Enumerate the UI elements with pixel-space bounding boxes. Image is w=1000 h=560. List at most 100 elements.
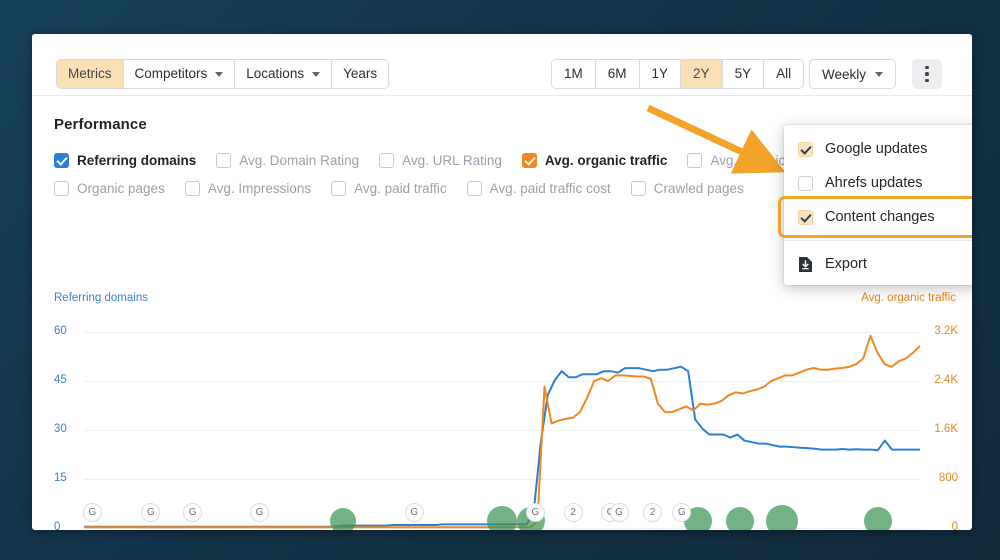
page-title: Performance [54,116,147,133]
granularity-label: Weekly [822,66,867,82]
google-update-marker[interactable]: G [404,503,424,522]
menu-item-label: Content changes [825,209,935,225]
toolbar: Metrics Competitors Locations Years 1M 6M 1Y 2… [32,34,972,96]
google-update-label: G [410,507,419,518]
menu-item-wrap: Google updates [784,132,972,166]
more-options-button[interactable] [912,59,942,89]
checkbox-icon[interactable] [216,153,232,168]
google-update-marker[interactable]: 2 [563,503,583,522]
range-label: 6M [607,66,627,81]
menu-item-ahrefs-updates[interactable]: Ahrefs updates [784,166,972,200]
download-icon [798,256,813,273]
chevron-down-icon [875,71,884,77]
checkbox-icon[interactable] [798,175,813,191]
menu-item-label: Google updates [825,141,928,157]
metric-label: Avg. URL Rating [402,153,502,168]
view-tabs-group: Metrics Competitors Locations Years [56,59,390,89]
content-change-marker[interactable] [330,508,357,530]
tab-label: Locations [246,66,305,81]
chevron-down-icon [215,71,224,77]
tab-years[interactable]: Years [332,60,389,88]
checkbox-icon[interactable] [798,209,813,225]
range-label: 1Y [651,66,669,81]
range-2y[interactable]: 2Y [681,60,723,88]
menu-divider [784,240,972,241]
range-all[interactable]: All [764,60,804,88]
google-update-marker[interactable]: G [183,503,203,522]
checkbox-icon[interactable] [630,181,646,196]
metric-toggle-avg-url-rating[interactable]: Avg. URL Rating [379,153,502,168]
metric-label: Avg. Domain Rating [239,153,360,168]
google-update-marker[interactable]: G [141,503,161,522]
metric-label: Referring domains [77,153,197,168]
chevron-down-icon [312,71,321,77]
menu-item-content-changes[interactable]: Content changes [784,200,972,234]
google-update-marker[interactable]: 2 [642,503,662,522]
content-change-marker[interactable] [487,506,517,530]
metric-label: Crawled pages [653,181,744,196]
metric-toggle-avg-impressions[interactable]: Avg. Impressions [184,181,311,196]
range-1m[interactable]: 1M [552,60,596,88]
menu-item-label: Export [825,256,867,272]
content-change-marker[interactable] [726,507,755,530]
checkbox-icon[interactable] [54,153,69,168]
metric-toggle-avg-domain-rating[interactable]: Avg. Domain Rating [216,153,359,168]
tab-metrics[interactable]: Metrics [57,60,124,88]
performance-card: Metrics Competitors Locations Years 1M 6M 1Y 2… [32,34,972,530]
range-6m[interactable]: 6M [595,60,640,88]
range-label: 2Y [693,66,710,81]
range-label: All [776,66,792,81]
checkbox-icon[interactable] [521,153,537,168]
event-markers: GGGGGGGG2G2 [82,496,920,530]
metric-label: Organic pages [77,181,165,196]
google-update-label: G [255,507,264,518]
metric-toggle-avg-organic-traffic[interactable]: Avg. organic traffic [521,153,668,168]
google-update-label: 2 [570,507,576,518]
metric-toggle-referring-domains[interactable]: Referring domains [54,153,196,168]
checkbox-icon[interactable] [379,153,395,168]
google-update-marker[interactable]: G [82,503,102,522]
content-change-marker[interactable] [864,507,893,530]
checkbox-icon[interactable] [331,181,347,196]
google-update-marker[interactable]: G [609,503,629,522]
google-update-label: G [677,507,686,518]
google-update-marker[interactable]: G [250,503,270,522]
granularity-dropdown[interactable]: Weekly [809,59,897,89]
google-update-label: 2 [649,507,656,518]
tab-label: Years [343,66,378,81]
menu-item-wrap: Ahrefs updates [784,166,972,200]
plot-area: 604530150 3.2K2.4K1.6K8000 GGGGGGGG2G2 1… [54,314,958,530]
google-update-label: G [615,507,623,518]
google-update-label: G [146,507,155,518]
range-1y[interactable]: 1Y [639,60,682,88]
metric-toggle-avg-paid-traffic[interactable]: Avg. paid traffic [331,181,447,196]
metric-label: Avg. organic traffic [544,153,668,168]
menu-item-google-updates[interactable]: Google updates [784,132,972,166]
google-update-label: G [188,507,197,518]
checkbox-icon[interactable] [687,153,703,168]
range-5y[interactable]: 5Y [722,60,765,88]
menu-item-label: Ahrefs updates [825,175,923,191]
metric-toggle-crawled-pages[interactable]: Crawled pages [630,181,744,196]
checkbox-icon[interactable] [798,141,813,157]
chart-options-menu: Google updates Ahrefs updates Content chan… [778,125,972,285]
metric-toggle-organic-pages[interactable]: Organic pages [54,181,165,196]
checkbox-icon[interactable] [184,181,200,196]
google-update-label: G [88,507,97,518]
kebab-dot [925,78,929,83]
tab-competitors[interactable]: Competitors [123,60,236,88]
date-range-group: 1M 6M 1Y 2Y 5Y All [551,59,805,89]
right-axis-title: Avg. organic traffic [861,292,956,304]
metric-toggle-avg-paid-traffic-cost[interactable]: Avg. paid traffic cost [466,181,611,196]
tab-label: Competitors [134,66,208,81]
content-change-marker[interactable] [766,505,799,530]
google-update-label: G [531,507,540,518]
checkbox-icon[interactable] [466,181,482,196]
range-label: 1M [564,66,583,81]
menu-item-export[interactable]: Export [784,247,972,281]
tab-locations[interactable]: Locations [235,60,333,88]
metric-label: Avg. paid traffic [354,181,447,196]
google-update-marker[interactable]: G [525,503,545,522]
checkbox-icon[interactable] [54,181,69,196]
tab-label: Metrics [68,66,112,81]
